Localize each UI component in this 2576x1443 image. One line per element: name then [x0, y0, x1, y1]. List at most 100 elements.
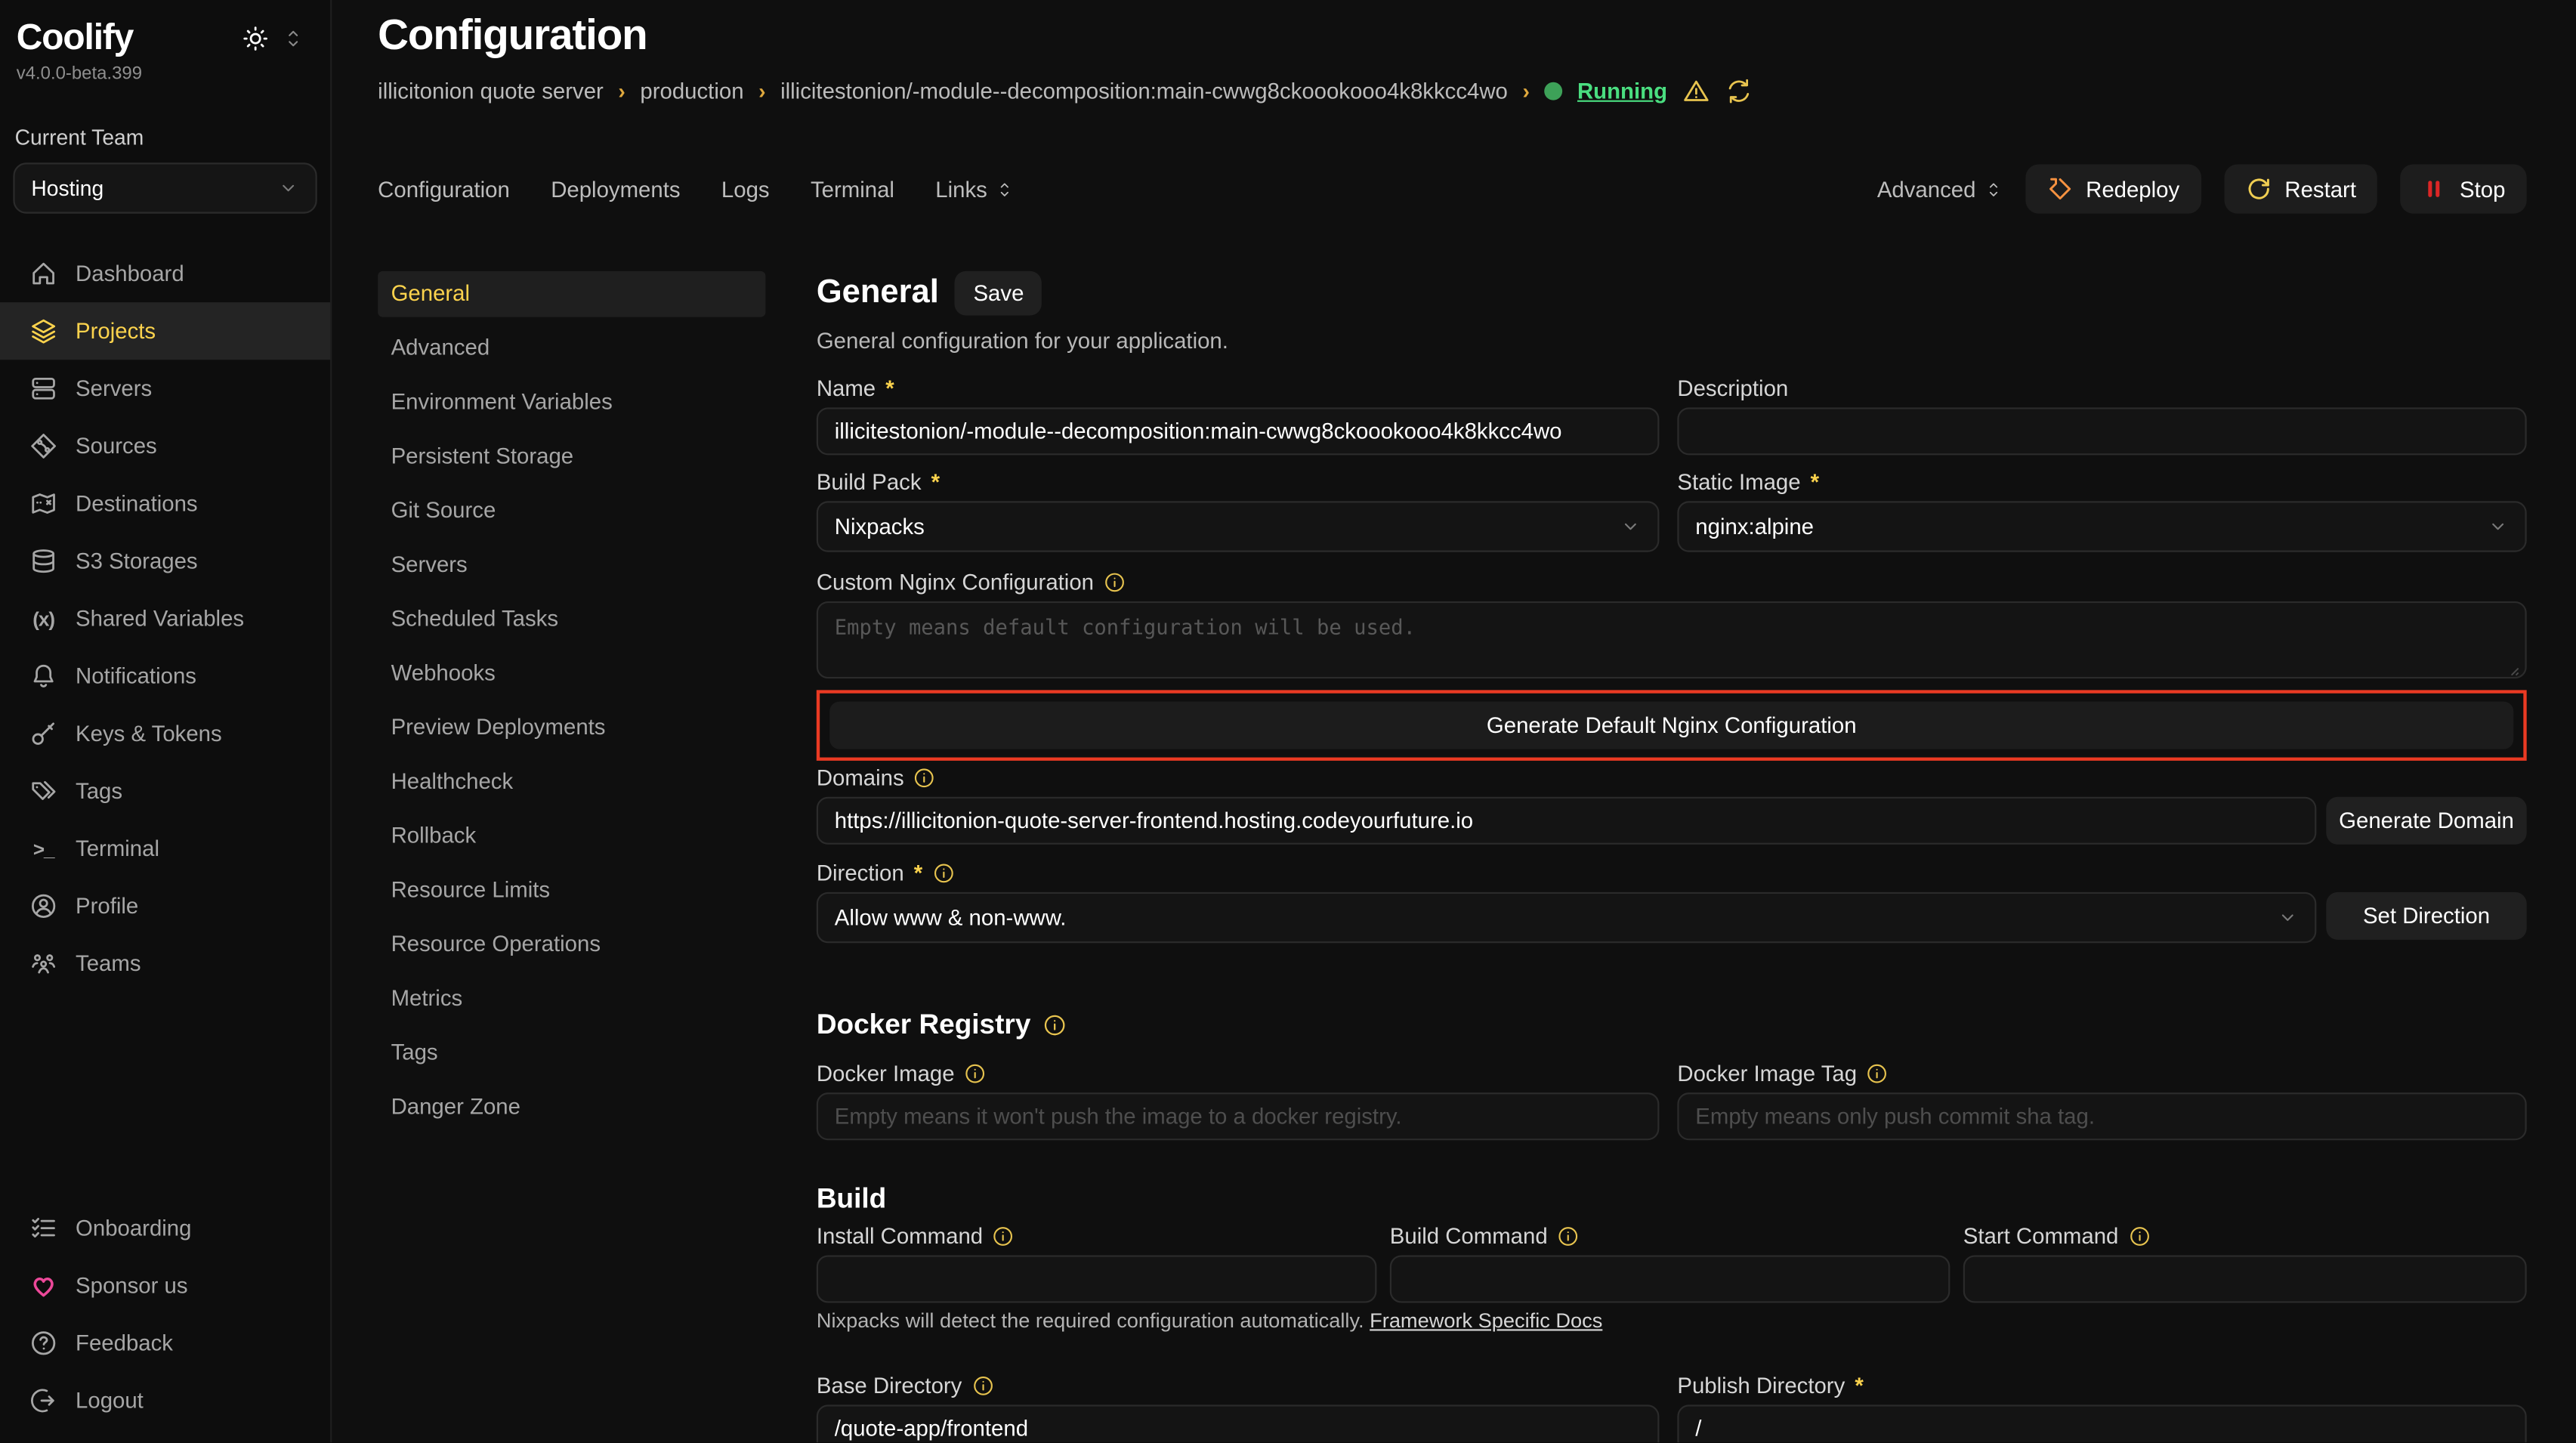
- breadcrumb-environment[interactable]: production: [640, 79, 743, 104]
- config-menu-webhooks[interactable]: Webhooks: [378, 650, 765, 697]
- sidebar-item-notifications[interactable]: Notifications: [0, 647, 330, 705]
- config-menu-servers[interactable]: Servers: [378, 542, 765, 589]
- updown-chevrons-icon: [1984, 178, 2002, 199]
- advanced-dropdown[interactable]: Advanced: [1877, 177, 2002, 202]
- team-select[interactable]: Hosting: [13, 162, 317, 213]
- sidebar-item-keys-tokens[interactable]: Keys & Tokens: [0, 705, 330, 762]
- config-menu-environment-variables[interactable]: Environment Variables: [378, 379, 765, 425]
- sidebar-item-label: Tags: [76, 779, 122, 804]
- info-icon: [1867, 1062, 1888, 1083]
- sidebar-item-teams[interactable]: Teams: [0, 935, 330, 992]
- config-menu-resource-operations[interactable]: Resource Operations: [378, 922, 765, 968]
- description-input[interactable]: [1677, 407, 2526, 455]
- config-menu-persistent-storage[interactable]: Persistent Storage: [378, 434, 765, 480]
- sidebar-item-dashboard[interactable]: Dashboard: [0, 245, 330, 302]
- config-menu-tags[interactable]: Tags: [378, 1030, 765, 1077]
- tab-links-label: Links: [935, 177, 987, 202]
- static-image-select[interactable]: nginx:alpine: [1677, 501, 2526, 552]
- nginx-config-textarea[interactable]: [817, 601, 2527, 678]
- build-pack-value: Nixpacks: [835, 514, 925, 539]
- tab-bar: Configuration Deployments Logs Terminal …: [378, 164, 2527, 213]
- chevron-right-icon: ›: [758, 79, 765, 104]
- config-menu-danger-zone[interactable]: Danger Zone: [378, 1084, 765, 1130]
- direction-value: Allow www & non-www.: [835, 905, 1067, 930]
- sidebar-item-label: Sponsor us: [76, 1273, 188, 1298]
- generate-domain-button[interactable]: Generate Domain: [2326, 797, 2526, 845]
- sidebar-item-label: Sources: [76, 434, 157, 459]
- config-menu-git-source[interactable]: Git Source: [378, 488, 765, 534]
- status-badge[interactable]: Running: [1577, 79, 1667, 104]
- static-image-label: Static Image: [1677, 469, 1800, 494]
- tab-terminal[interactable]: Terminal: [811, 177, 894, 202]
- start-command-input[interactable]: [1963, 1255, 2527, 1302]
- sidebar-item-label: S3 Storages: [76, 548, 198, 573]
- tab-links[interactable]: Links: [935, 177, 1013, 202]
- redeploy-button[interactable]: Redeploy: [2025, 164, 2201, 213]
- sidebar-item-terminal[interactable]: >_ Terminal: [0, 820, 330, 877]
- chevron-right-icon: ›: [618, 79, 625, 104]
- team-select-value: Hosting: [31, 176, 103, 201]
- updown-chevrons-icon: [996, 178, 1014, 199]
- sidebar-item-label: Dashboard: [76, 261, 184, 286]
- build-pack-label: Build Pack: [817, 469, 922, 494]
- tab-actions: Advanced Redeploy Restart: [1877, 164, 2527, 213]
- tab-deployments[interactable]: Deployments: [551, 177, 680, 202]
- breadcrumb-project[interactable]: illicitonion quote server: [378, 79, 604, 104]
- sidebar-item-onboarding[interactable]: Onboarding: [0, 1200, 330, 1257]
- tags-icon: [29, 777, 57, 805]
- sidebar-item-feedback[interactable]: Feedback: [0, 1315, 330, 1372]
- sidebar-item-shared-variables[interactable]: (x) Shared Variables: [0, 590, 330, 647]
- sidebar-item-sponsor[interactable]: Sponsor us: [0, 1257, 330, 1315]
- stop-button[interactable]: Stop: [2401, 164, 2527, 213]
- section-title-docker-registry: Docker Registry: [817, 1009, 1031, 1041]
- resize-grip-icon[interactable]: [2505, 662, 2520, 677]
- breadcrumb: illicitonion quote server › production ›…: [378, 77, 2527, 105]
- config-menu-healthcheck[interactable]: Healthcheck: [378, 759, 765, 805]
- domains-input[interactable]: [817, 797, 2317, 845]
- publish-directory-input[interactable]: [1677, 1404, 2526, 1442]
- sidebar-item-servers[interactable]: Servers: [0, 360, 330, 417]
- sidebar-item-profile[interactable]: Profile: [0, 877, 330, 935]
- sidebar-item-s3-storages[interactable]: S3 Storages: [0, 533, 330, 590]
- theme-sun-icon[interactable]: [242, 24, 270, 52]
- tab-logs[interactable]: Logs: [721, 177, 770, 202]
- required-asterisk: *: [914, 860, 922, 885]
- config-menu-rollback[interactable]: Rollback: [378, 813, 765, 859]
- sidebar-item-sources[interactable]: Sources: [0, 417, 330, 474]
- tab-configuration[interactable]: Configuration: [378, 177, 510, 202]
- warning-icon[interactable]: [1682, 77, 1710, 105]
- breadcrumb-application[interactable]: illicitestonion/-module--decomposition:m…: [780, 79, 1508, 104]
- base-directory-input[interactable]: [817, 1404, 1660, 1442]
- sidebar-collapse-icon[interactable]: [283, 26, 304, 51]
- sidebar-item-tags[interactable]: Tags: [0, 762, 330, 820]
- docker-image-input[interactable]: [817, 1092, 1660, 1140]
- sidebar-item-logout[interactable]: Logout: [0, 1372, 330, 1429]
- restart-button[interactable]: Restart: [2224, 164, 2377, 213]
- sidebar-item-destinations[interactable]: Destinations: [0, 474, 330, 532]
- sidebar-item-projects[interactable]: Projects: [0, 302, 330, 360]
- stop-icon: [2422, 176, 2447, 202]
- build-command-input[interactable]: [1390, 1255, 1951, 1302]
- generate-nginx-config-button[interactable]: Generate Default Nginx Configuration: [829, 702, 2513, 749]
- config-menu-general[interactable]: General: [378, 271, 765, 317]
- name-input[interactable]: [817, 407, 1660, 455]
- config-menu-metrics[interactable]: Metrics: [378, 976, 765, 1022]
- heart-icon: [29, 1272, 57, 1299]
- config-menu-scheduled-tasks[interactable]: Scheduled Tasks: [378, 596, 765, 642]
- save-button[interactable]: Save: [956, 271, 1042, 316]
- redeploy-label: Redeploy: [2086, 177, 2179, 202]
- sidebar-item-label: Logout: [76, 1389, 144, 1414]
- config-menu-resource-limits[interactable]: Resource Limits: [378, 867, 765, 913]
- build-pack-select[interactable]: Nixpacks: [817, 501, 1660, 552]
- direction-select[interactable]: Allow www & non-www.: [817, 892, 2317, 943]
- git-icon: [29, 432, 57, 460]
- config-menu-advanced[interactable]: Advanced: [378, 326, 765, 372]
- config-menu: General Advanced Environment Variables P…: [378, 271, 765, 1443]
- set-direction-button[interactable]: Set Direction: [2326, 892, 2526, 940]
- config-menu-preview-deployments[interactable]: Preview Deployments: [378, 705, 765, 751]
- chevron-right-icon: ›: [1522, 79, 1529, 104]
- framework-docs-link[interactable]: Framework Specific Docs: [1370, 1309, 1602, 1332]
- install-command-input[interactable]: [817, 1255, 1377, 1302]
- docker-image-tag-input[interactable]: [1677, 1092, 2526, 1140]
- refresh-icon[interactable]: [1725, 77, 1753, 105]
